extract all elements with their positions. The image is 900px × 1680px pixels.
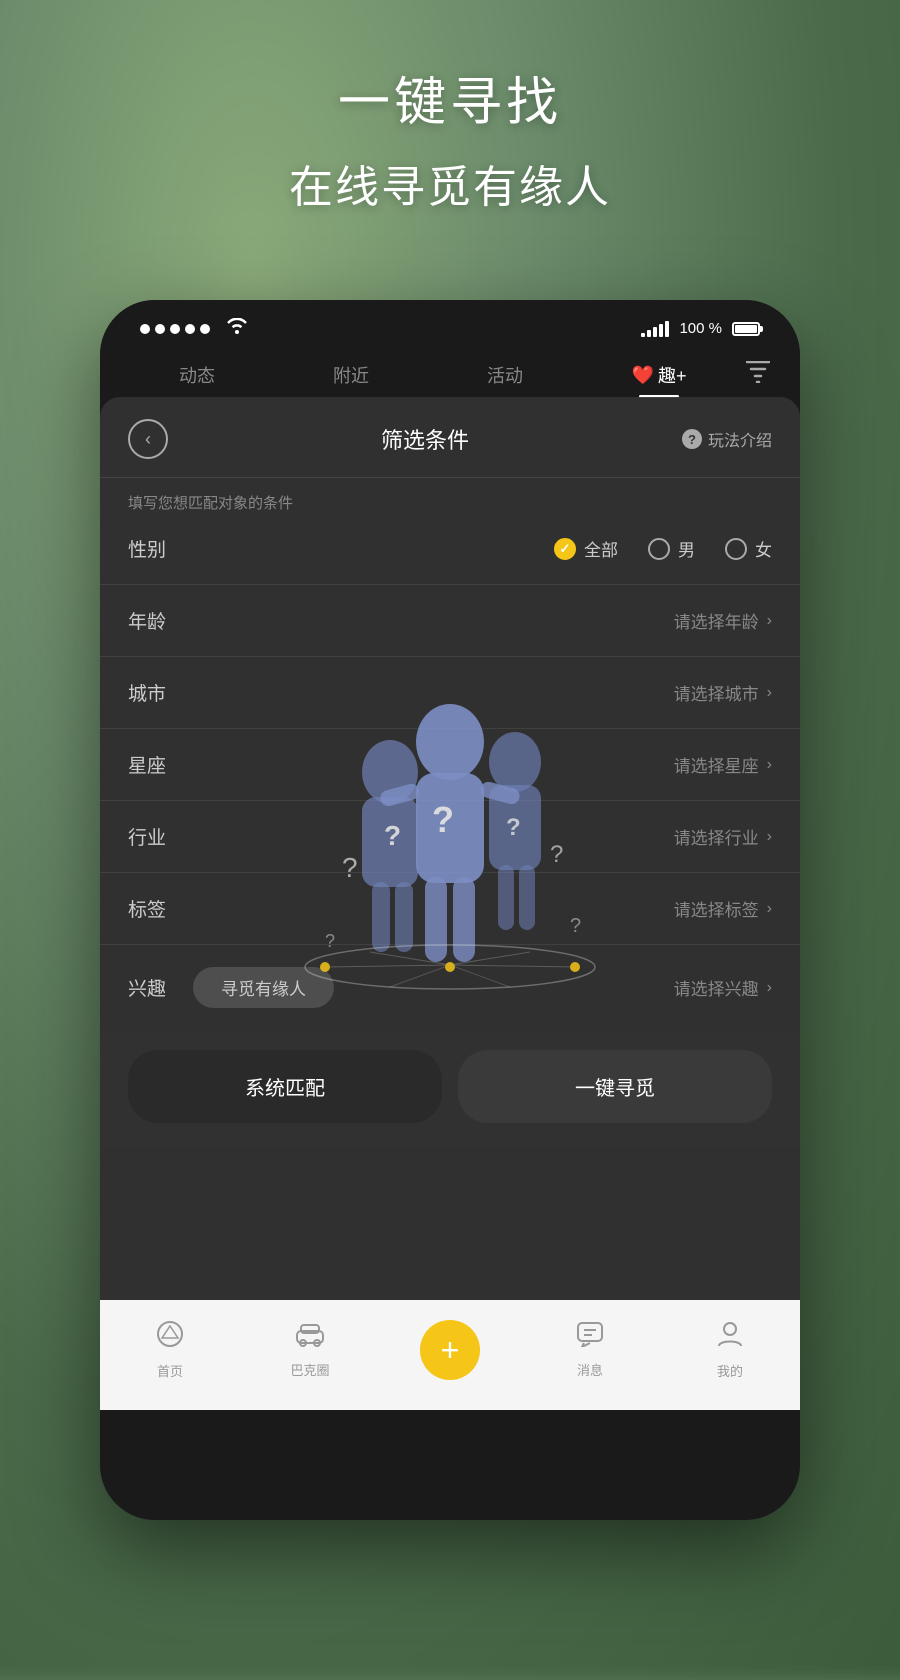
panel-title: 筛选条件 bbox=[381, 423, 469, 455]
plus-button[interactable]: + bbox=[420, 1320, 480, 1380]
tab-qu-plus[interactable]: ❤️ 趣+ bbox=[582, 354, 736, 396]
dot-1 bbox=[140, 324, 150, 334]
dot-4 bbox=[185, 324, 195, 334]
interest-value: 请选择兴趣 › bbox=[674, 975, 772, 1000]
home-label: 首页 bbox=[157, 1361, 183, 1380]
nav-bakr[interactable]: 巴克圈 bbox=[240, 1321, 380, 1389]
heart-icon: ❤️ bbox=[632, 365, 654, 386]
battery-icon bbox=[732, 322, 760, 336]
one-click-search-button[interactable]: 一键寻觅 bbox=[458, 1050, 772, 1123]
gender-male-label: 男 bbox=[678, 536, 695, 561]
age-placeholder: 请选择年龄 bbox=[674, 608, 759, 633]
city-chevron: › bbox=[767, 684, 772, 702]
age-value: 请选择年龄 › bbox=[674, 608, 772, 633]
interest-placeholder: 请选择兴趣 bbox=[674, 975, 759, 1000]
battery-percent: 100 % bbox=[679, 320, 722, 337]
dot-3 bbox=[170, 324, 180, 334]
profile-label: 我的 bbox=[717, 1361, 743, 1380]
signal-dots bbox=[140, 324, 210, 334]
system-match-button[interactable]: 系统匹配 bbox=[128, 1050, 442, 1123]
gender-female-label: 女 bbox=[755, 536, 772, 561]
age-chevron: › bbox=[767, 612, 772, 630]
help-label: 玩法介绍 bbox=[708, 427, 772, 451]
filter-row-gender[interactable]: 性别 ✓ 全部 男 bbox=[100, 513, 800, 585]
filter-row-age[interactable]: 年龄 请选择年龄 › bbox=[100, 585, 800, 657]
gender-option-all[interactable]: ✓ 全部 bbox=[554, 536, 618, 561]
phone-content: 100 % 动态 附近 活动 ❤️ 趣+ bbox=[100, 300, 800, 1410]
filter-icon[interactable] bbox=[736, 353, 780, 397]
check-mark: ✓ bbox=[560, 541, 571, 557]
industry-chevron: › bbox=[767, 828, 772, 846]
cellular-icon bbox=[641, 321, 669, 337]
city-value: 请选择城市 › bbox=[674, 680, 772, 705]
help-button[interactable]: ? 玩法介绍 bbox=[682, 427, 772, 451]
city-label: 城市 bbox=[128, 679, 193, 706]
status-right: 100 % bbox=[641, 320, 760, 337]
bakr-icon bbox=[295, 1321, 325, 1354]
interest-tag[interactable]: 寻觅有缘人 bbox=[193, 967, 334, 1008]
home-icon bbox=[156, 1320, 184, 1355]
bottom-nav: 首页 巴克圈 + bbox=[100, 1300, 800, 1410]
plus-icon: + bbox=[441, 1334, 460, 1366]
filter-row-city[interactable]: 城市 请选择城市 › bbox=[100, 657, 800, 729]
constellation-label: 星座 bbox=[128, 751, 193, 778]
industry-placeholder: 请选择行业 bbox=[674, 824, 759, 849]
tab-huodong[interactable]: 活动 bbox=[428, 354, 582, 396]
bottom-buttons: 系统匹配 一键寻觅 bbox=[100, 1030, 800, 1147]
phone-shell: 100 % 动态 附近 活动 ❤️ 趣+ bbox=[100, 300, 800, 1520]
dot-2 bbox=[155, 324, 165, 334]
top-title: 一键寻找 bbox=[0, 60, 900, 135]
constellation-placeholder: 请选择星座 bbox=[674, 752, 759, 777]
nav-profile[interactable]: 我的 bbox=[660, 1320, 800, 1390]
radio-all[interactable]: ✓ bbox=[554, 538, 576, 560]
constellation-chevron: › bbox=[767, 756, 772, 774]
battery-fill bbox=[735, 325, 757, 333]
city-placeholder: 请选择城市 bbox=[674, 680, 759, 705]
panel-container: ? ? ? bbox=[100, 397, 800, 1410]
filter-row-interest[interactable]: 兴趣 寻觅有缘人 请选择兴趣 › bbox=[100, 945, 800, 1030]
filter-subtitle: 填写您想匹配对象的条件 bbox=[100, 478, 800, 513]
profile-icon bbox=[717, 1320, 743, 1355]
nav-plus-center: + bbox=[380, 1320, 520, 1390]
status-bar: 100 % bbox=[100, 300, 800, 347]
messages-label: 消息 bbox=[577, 1360, 603, 1379]
nav-home[interactable]: 首页 bbox=[100, 1320, 240, 1390]
nav-messages[interactable]: 消息 bbox=[520, 1321, 660, 1389]
dot-5 bbox=[200, 324, 210, 334]
tags-value: 请选择标签 › bbox=[674, 896, 772, 921]
messages-icon bbox=[576, 1321, 604, 1354]
industry-label: 行业 bbox=[128, 823, 193, 850]
tags-label: 标签 bbox=[128, 895, 193, 922]
nav-tabs: 动态 附近 活动 ❤️ 趣+ bbox=[100, 347, 800, 397]
filter-row-industry[interactable]: 行业 请选择行业 › bbox=[100, 801, 800, 873]
interest-label: 兴趣 bbox=[128, 974, 193, 1001]
tab-fujin[interactable]: 附近 bbox=[274, 354, 428, 396]
top-subtitle: 在线寻觅有缘人 bbox=[0, 151, 900, 215]
filter-row-tags[interactable]: 标签 请选择标签 › bbox=[100, 873, 800, 945]
gender-options: ✓ 全部 男 女 bbox=[554, 536, 772, 561]
industry-value: 请选择行业 › bbox=[674, 824, 772, 849]
bakr-label: 巴克圈 bbox=[290, 1360, 329, 1379]
age-label: 年龄 bbox=[128, 607, 193, 634]
gender-option-female[interactable]: 女 bbox=[725, 536, 772, 561]
panel-header: ‹ 筛选条件 ? 玩法介绍 bbox=[100, 397, 800, 478]
interest-chevron: › bbox=[767, 979, 772, 997]
constellation-value: 请选择星座 › bbox=[674, 752, 772, 777]
radio-female[interactable] bbox=[725, 538, 747, 560]
gender-option-male[interactable]: 男 bbox=[648, 536, 695, 561]
back-icon: ‹ bbox=[145, 429, 151, 450]
filter-row-constellation[interactable]: 星座 请选择星座 › bbox=[100, 729, 800, 801]
help-icon: ? bbox=[682, 429, 702, 449]
wifi-icon bbox=[226, 318, 248, 339]
tab-dongtai[interactable]: 动态 bbox=[120, 354, 274, 396]
gender-all-label: 全部 bbox=[584, 536, 618, 561]
radio-male[interactable] bbox=[648, 538, 670, 560]
back-button[interactable]: ‹ bbox=[128, 419, 168, 459]
tags-chevron: › bbox=[767, 900, 772, 918]
gender-label: 性别 bbox=[128, 535, 193, 562]
interest-content: 寻觅有缘人 bbox=[193, 967, 674, 1008]
tags-placeholder: 请选择标签 bbox=[674, 896, 759, 921]
filter-panel: ? ? ? bbox=[100, 397, 800, 1410]
top-text-block: 一键寻找 在线寻觅有缘人 bbox=[0, 60, 900, 215]
